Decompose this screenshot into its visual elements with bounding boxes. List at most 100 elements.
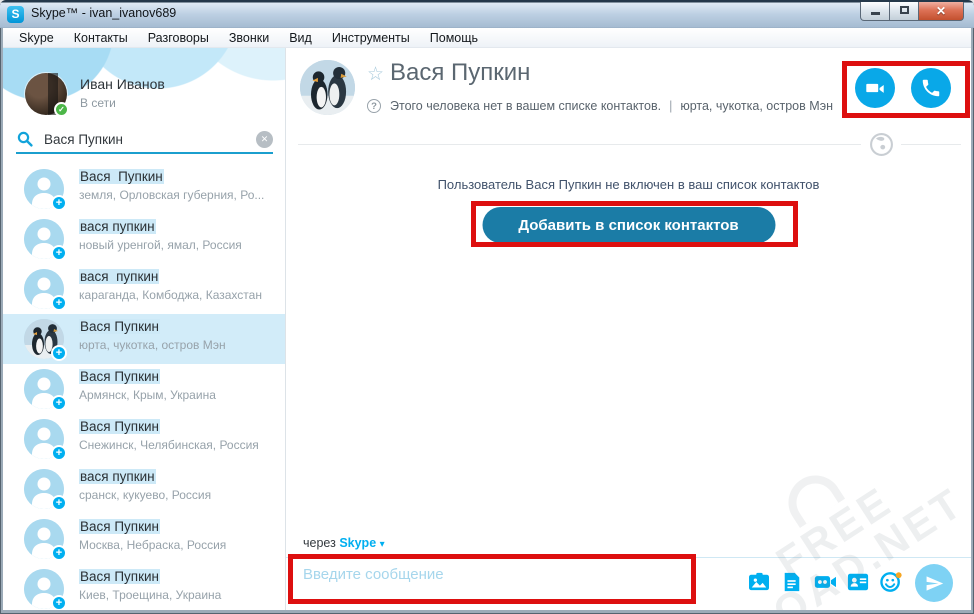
contact-location: юрта, чукотка, остров Мэн (79, 338, 277, 352)
search-row: ✕ (17, 126, 273, 152)
content: ✓ Иван Иванов В сети ✕ (3, 48, 971, 610)
chevron-down-icon: ▾ (380, 539, 385, 550)
contact-avatar: + (24, 519, 64, 559)
contact-name: вася пупкин (79, 469, 277, 484)
contact-list-item[interactable]: + Вася Пупкин юрта, чукотка, остров Мэн (3, 314, 285, 364)
contact-avatar: + (24, 219, 64, 259)
annotation-box-calls (842, 61, 970, 118)
not-in-contacts-notice: Пользователь Вася Пупкин не включен в ва… (286, 177, 971, 192)
contact-name: Вася Пупкин (79, 369, 277, 384)
search-input[interactable] (44, 132, 256, 147)
online-status-icon: ✓ (54, 102, 69, 117)
contact-list: + Вася Пупкин земля, Орловская губерния,… (3, 156, 285, 610)
contact-avatar: + (24, 419, 64, 459)
skype-app-icon: S (7, 6, 24, 23)
add-contact-badge-icon: + (51, 295, 67, 311)
contact-card-icon[interactable] (847, 572, 869, 592)
contact-list-item[interactable]: + вася пупкин новый уренгой, ямал, Росси… (3, 214, 285, 264)
add-contact-badge-icon: + (51, 445, 67, 461)
close-button[interactable]: ✕ (918, 2, 964, 21)
penguins-image (300, 60, 355, 115)
window-title: Skype™ - ivan_ivanov689 (31, 6, 176, 20)
add-contact-badge-icon: + (51, 495, 67, 511)
peer-name: Вася Пупкин (390, 59, 530, 87)
add-contact-badge-icon: + (51, 595, 67, 610)
contact-name: Вася Пупкин (79, 519, 277, 534)
conversation-panel: ☆ Вася Пупкин ? Этого человека нет в ваш… (286, 48, 971, 610)
add-contact-badge-icon: + (51, 545, 67, 561)
titlebar: S Skype™ - ivan_ivanov689 ✕ (0, 0, 974, 28)
menu-item-skype[interactable]: Skype (9, 28, 64, 48)
peer-avatar (300, 60, 355, 115)
info-separator: | (661, 99, 680, 113)
add-contact-badge-icon: + (51, 245, 67, 261)
menu-item-звонки[interactable]: Звонки (219, 28, 279, 48)
send-photo-icon[interactable] (748, 572, 770, 592)
my-status: В сети (80, 96, 165, 110)
contact-location: земля, Орловская губерния, Ро... (79, 188, 277, 202)
contact-name: Вася Пупкин (79, 419, 277, 434)
minimize-button[interactable] (860, 2, 890, 21)
contact-location: Москва, Небраска, Россия (79, 538, 277, 552)
search-icon (17, 131, 33, 147)
peer-location: юрта, чукотка, остров Мэн (680, 99, 833, 113)
contact-list-item[interactable]: + вася пупкин караганда, Комбоджа, Казах… (3, 264, 285, 314)
annotation-box-compose (288, 554, 696, 604)
contact-avatar: + (24, 369, 64, 409)
contact-avatar: + (24, 269, 64, 309)
favorite-star-icon[interactable]: ☆ (367, 63, 384, 86)
contact-name: Вася Пупкин (79, 169, 277, 184)
contact-name: вася пупкин (79, 269, 277, 284)
window-frame: SkypeКонтактыРазговорыЗвонкиВидИнструмен… (3, 28, 971, 610)
menu-item-помощь[interactable]: Помощь (420, 28, 488, 48)
clear-search-icon[interactable]: ✕ (256, 131, 273, 148)
contact-name: вася пупкин (79, 219, 277, 234)
via-prefix: через (303, 536, 336, 550)
contact-list-item[interactable]: + вася пупкин сранск, кукуево, Россия (3, 464, 285, 514)
menu-item-инструменты[interactable]: Инструменты (322, 28, 420, 48)
contact-list-item[interactable]: + Вася Пупкин Москва, Небраска, Россия (3, 514, 285, 564)
help-icon[interactable]: ? (367, 99, 381, 113)
skype-window: S Skype™ - ivan_ivanov689 ✕ SkypeКонтакт… (0, 0, 974, 614)
via-selector[interactable]: через Skype ▾ (303, 536, 385, 550)
menu-item-вид[interactable]: Вид (279, 28, 322, 48)
maximize-icon (900, 6, 909, 14)
contact-name: Вася Пупкин (79, 319, 277, 334)
video-message-icon[interactable] (814, 572, 836, 592)
contact-list-item[interactable]: + Вася Пупкин Снежинск, Челябинская, Рос… (3, 414, 285, 464)
my-profile[interactable]: ✓ Иван Иванов В сети (25, 73, 165, 115)
menu-bar: SkypeКонтактыРазговорыЗвонкиВидИнструмен… (3, 28, 971, 48)
annotation-box-add (471, 201, 798, 247)
contact-list-item[interactable]: + Вася Пупкин Киев, Троещина, Украина (3, 564, 285, 610)
send-button[interactable] (915, 564, 953, 602)
peer-info-row: ? Этого человека нет в вашем списке конт… (367, 99, 833, 113)
emoticon-icon[interactable] (880, 572, 902, 592)
contact-location: Армянск, Крым, Украина (79, 388, 277, 402)
contact-name: Вася Пупкин (79, 569, 277, 584)
maximize-button[interactable] (889, 2, 919, 21)
menu-item-разговоры[interactable]: Разговоры (138, 28, 219, 48)
send-plane-icon (925, 574, 944, 593)
search-underline (16, 152, 273, 154)
send-file-icon[interactable] (781, 572, 803, 592)
contact-location: Снежинск, Челябинская, Россия (79, 438, 277, 452)
contact-list-item[interactable]: + Вася Пупкин земля, Орловская губерния,… (3, 164, 285, 214)
menu-item-контакты[interactable]: Контакты (64, 28, 138, 48)
minimize-icon (871, 12, 880, 15)
contact-avatar: + (24, 469, 64, 509)
contact-list-item[interactable]: + Вася Пупкин Армянск, Крым, Украина (3, 364, 285, 414)
my-name: Иван Иванов (80, 76, 165, 92)
sidebar: ✓ Иван Иванов В сети ✕ (3, 48, 286, 610)
contact-location: Киев, Троещина, Украина (79, 588, 277, 602)
contact-location: сранск, кукуево, Россия (79, 488, 277, 502)
contact-location: новый уренгой, ямал, Россия (79, 238, 277, 252)
peer-info-text: Этого человека нет в вашем списке контак… (390, 99, 661, 113)
via-channel-link[interactable]: Skype (339, 536, 376, 550)
contact-location: караганда, Комбоджа, Казахстан (79, 288, 277, 302)
add-contact-badge-icon: + (51, 395, 67, 411)
contact-avatar: + (24, 169, 64, 209)
my-avatar: ✓ (25, 73, 67, 115)
window-controls: ✕ (861, 2, 964, 21)
contact-avatar: + (24, 569, 64, 609)
watermark-arrow (778, 465, 845, 528)
